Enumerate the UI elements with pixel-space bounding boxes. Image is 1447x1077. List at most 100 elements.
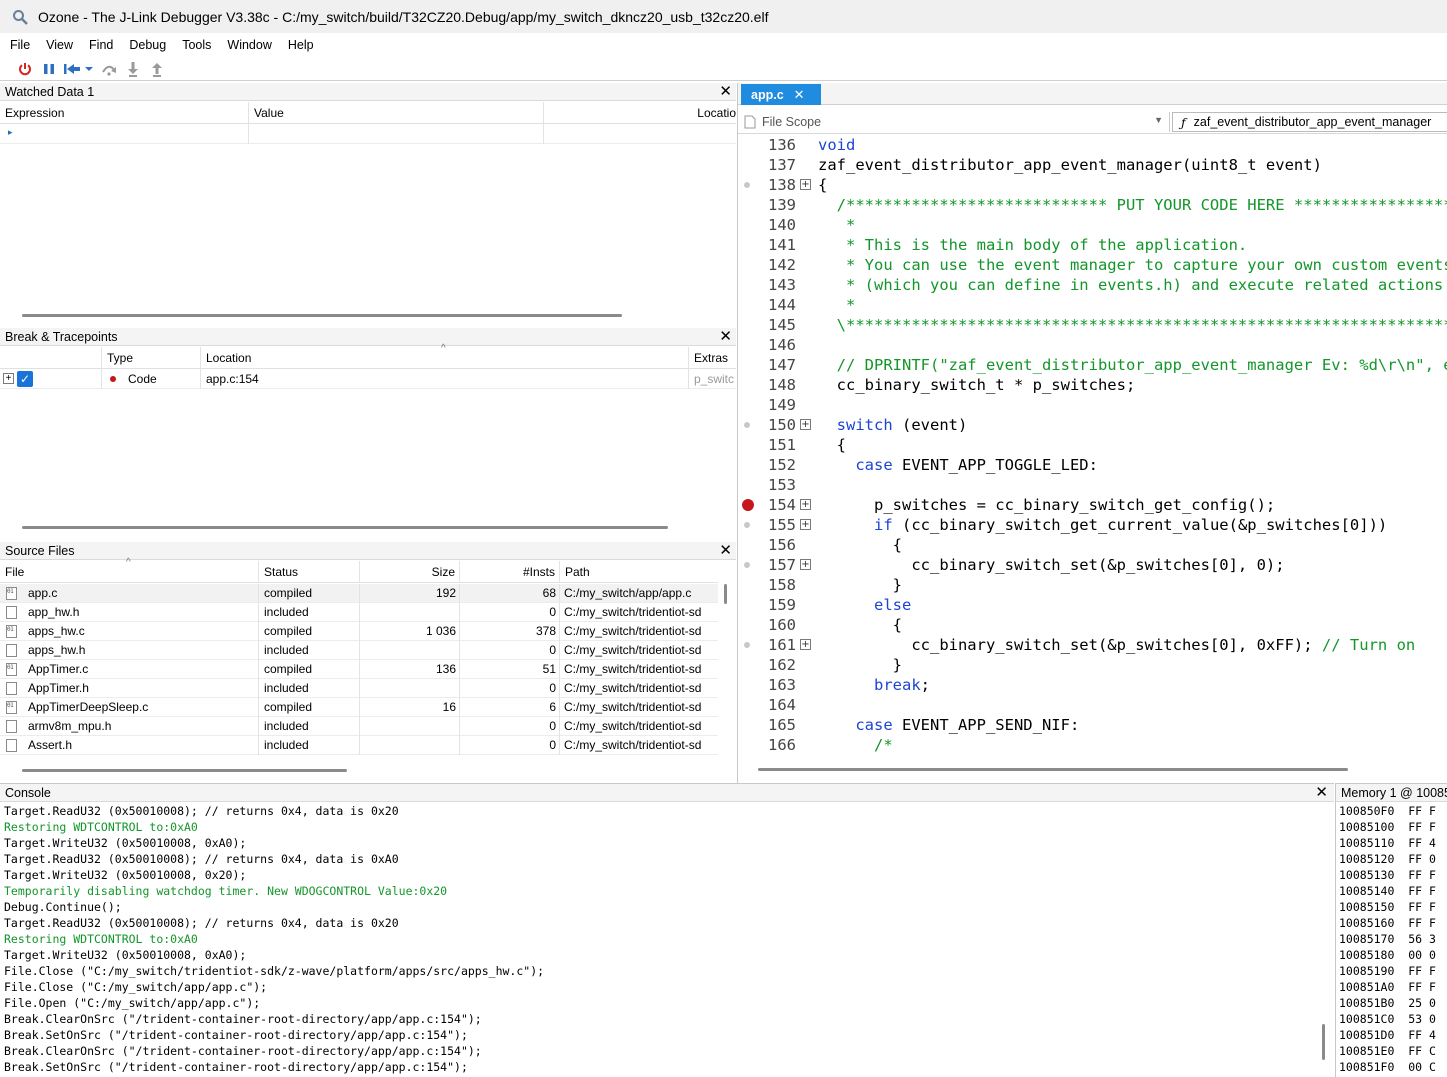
close-icon[interactable]: ✕ (1315, 784, 1328, 801)
step-out-button[interactable] (146, 59, 168, 79)
pause-button[interactable] (38, 59, 60, 79)
source-files-header: Source Files ✕ (0, 542, 736, 560)
function-scope-dropdown[interactable]: ƒ zaf_event_distributor_app_event_manage… (1172, 112, 1447, 132)
column-divider (258, 660, 259, 679)
reset-button[interactable] (62, 59, 96, 79)
breakpoint-row[interactable]: + ✓ Code app.c:154 p_switc (0, 369, 736, 389)
code-view[interactable]: 136 void 137 zaf_event_distributor_app_even… (738, 136, 1447, 759)
keyword: switch (836, 416, 893, 434)
tab-label: app.c (751, 87, 784, 102)
enabled-checkbox[interactable]: ✓ (17, 371, 33, 387)
code-line: 143 * (which you can define in events.h)… (738, 275, 1447, 295)
code-line: 142 * You can use the event manager to c… (738, 255, 1447, 275)
expand-plus-icon[interactable]: + (800, 519, 811, 530)
column-size[interactable]: Size (360, 561, 460, 583)
menu-view[interactable]: View (46, 38, 73, 52)
breakpoints-columns: Type Location Extras ^ (0, 343, 736, 369)
expand-plus-icon[interactable]: + (800, 559, 811, 570)
column-expression[interactable]: Expression (0, 102, 249, 124)
code-line: 136 void (738, 136, 1447, 155)
memory-row: 10085130 FF F (1339, 868, 1436, 882)
line-marker-icon[interactable] (744, 182, 750, 188)
column-path[interactable]: Path (560, 561, 718, 583)
file-status: included (264, 681, 309, 695)
reset-icon (64, 63, 93, 74)
table-row[interactable]: AppTimer.c compiled 136 51 C:/my_switch/trid… (0, 660, 718, 679)
close-icon[interactable]: ✕ (719, 83, 732, 100)
horizontal-scrollbar[interactable] (758, 768, 1348, 771)
close-icon[interactable]: ✕ (719, 328, 732, 345)
horizontal-scrollbar[interactable] (22, 769, 347, 772)
expand-plus-icon[interactable]: + (800, 179, 811, 190)
code-line: 140 * (738, 215, 1447, 235)
menu-help[interactable]: Help (288, 38, 314, 52)
code-token: cc_binary_switch_set(&p_switches[0], 0xF… (818, 636, 1322, 654)
line-marker-icon[interactable] (744, 642, 750, 648)
expand-plus-icon[interactable]: + (800, 499, 811, 510)
table-row[interactable]: apps_hw.c compiled 1 036 378 C:/my_switch/tr… (0, 622, 718, 641)
file-insts: 0 (549, 738, 556, 752)
file-name: AppTimer.c (28, 662, 89, 676)
document-icon (744, 115, 756, 129)
line-marker-icon[interactable] (744, 422, 750, 428)
line-number: 137 (768, 156, 796, 174)
source-file-icon (6, 587, 17, 600)
code-line: 141 * This is the main body of the appli… (738, 235, 1447, 255)
vertical-scrollbar[interactable] (1322, 1024, 1325, 1060)
vertical-scrollbar[interactable] (724, 584, 727, 604)
line-marker-icon[interactable] (744, 562, 750, 568)
code-text: * This is the main body of the applicati… (818, 235, 1247, 255)
memory-row: 10085190 FF F (1339, 964, 1436, 978)
code-line: 144 * (738, 295, 1447, 315)
line-number: 138 (768, 176, 796, 194)
column-status[interactable]: Status (259, 561, 360, 583)
menu-find[interactable]: Find (89, 38, 113, 52)
column-type[interactable]: Type (102, 347, 201, 369)
menu-tools[interactable]: Tools (182, 38, 211, 52)
column-insts[interactable]: #Insts (460, 561, 560, 583)
keyword: case (855, 456, 893, 474)
code-text: } (818, 655, 902, 675)
column-location[interactable]: Locatio (544, 102, 736, 124)
step-into-button[interactable] (122, 59, 144, 79)
expand-plus-icon[interactable]: + (3, 373, 14, 384)
menu-window[interactable]: Window (227, 38, 271, 52)
horizontal-scrollbar[interactable] (22, 526, 668, 529)
column-extras[interactable]: Extras (689, 347, 736, 369)
code-token: { (818, 616, 902, 634)
table-row[interactable]: Assert.h included 0 C:/my_switch/tridentiot… (0, 736, 718, 755)
column-value[interactable]: Value (249, 102, 544, 124)
table-row[interactable]: app_hw.h included 0 C:/my_switch/tridentiot… (0, 603, 718, 622)
file-scope-dropdown[interactable]: File Scope ▼ (738, 112, 1170, 132)
table-row[interactable]: app.c compiled 192 68 C:/my_switch/app/app.c (0, 584, 718, 603)
console-panel: Console ✕ Target.ReadU32 (0x50010008); /… (0, 783, 1334, 1077)
column-divider (459, 584, 460, 603)
expand-plus-icon[interactable]: + (800, 639, 811, 650)
expand-plus-icon[interactable]: + (800, 419, 811, 430)
breakpoint-icon[interactable] (742, 499, 754, 511)
code-line: 158 } (738, 575, 1447, 595)
watched-data-new-row[interactable]: ▸ (0, 124, 736, 144)
code-line: 150 + switch (event) (738, 415, 1447, 435)
table-row[interactable]: AppTimer.h included 0 C:/my_switch/tridenti… (0, 679, 718, 698)
console-output[interactable]: Target.ReadU32 (0x50010008); // returns … (0, 803, 1322, 1077)
menu-debug[interactable]: Debug (129, 38, 166, 52)
table-row[interactable]: AppTimerDeepSleep.c compiled 16 6 C:/my_swit… (0, 698, 718, 717)
console-line: Temporarily disabling watchdog timer. Ne… (4, 884, 448, 898)
code-line: 152 case EVENT_APP_TOGGLE_LED: (738, 455, 1447, 475)
menu-file[interactable]: File (10, 38, 30, 52)
table-row[interactable]: armv8m_mpu.h included 0 C:/my_switch/triden… (0, 717, 718, 736)
code-line: 164 (738, 695, 1447, 715)
power-button[interactable] (14, 59, 36, 79)
step-over-button[interactable] (98, 59, 120, 79)
horizontal-scrollbar[interactable] (22, 314, 622, 317)
table-row[interactable]: apps_hw.h included 0 C:/my_switch/tridentio… (0, 641, 718, 660)
close-icon[interactable]: ✕ (719, 542, 732, 559)
tab-app-c[interactable]: app.c ✕ (741, 84, 821, 105)
memory-view[interactable]: 100850F0 FF F 10085100 FF F 10085110 FF 4 1… (1336, 803, 1447, 1075)
sort-up-icon: ^ (126, 557, 131, 568)
code-token: (event) (892, 416, 968, 434)
close-icon[interactable]: ✕ (794, 87, 805, 103)
line-marker-icon[interactable] (744, 522, 750, 528)
